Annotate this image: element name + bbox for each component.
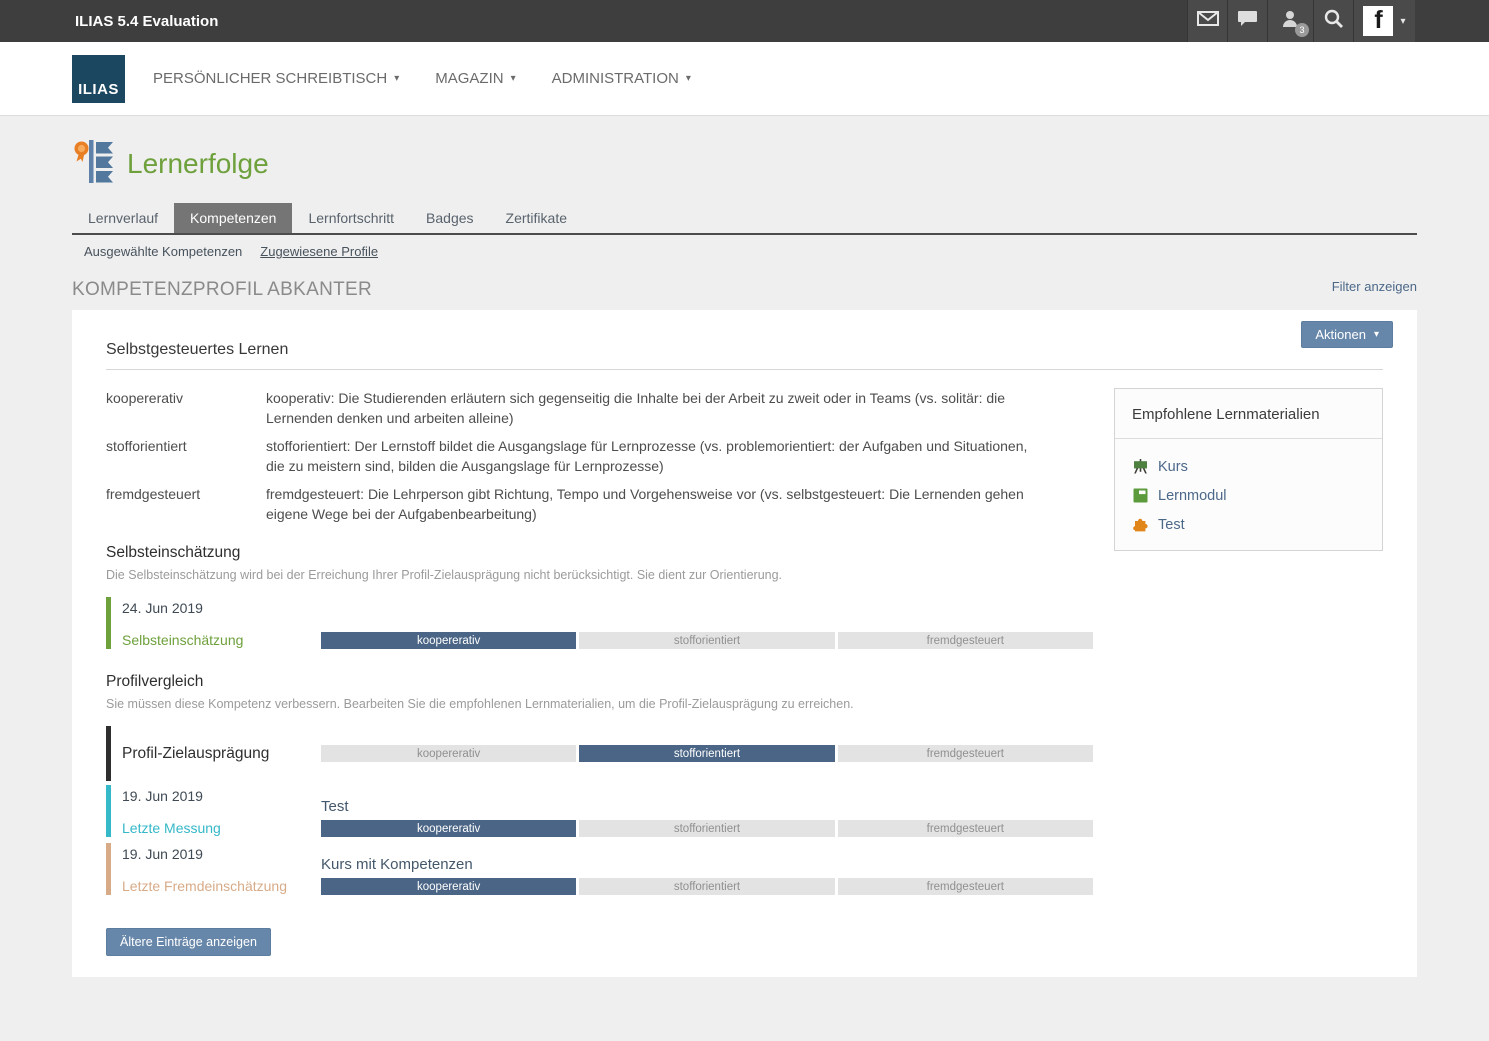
level-bar-stofforientiert: stofforientiert xyxy=(579,820,834,837)
chevron-down-icon: ▾ xyxy=(511,73,516,84)
profile-heading: KOMPETENZPROFIL ABKANTER xyxy=(72,279,372,301)
level-bar-fremdgesteuert: fremdgesteuert xyxy=(838,632,1093,649)
course-icon xyxy=(1132,458,1149,475)
level-description: stofforientiert: Der Lernstoff bildet di… xyxy=(266,436,1044,476)
level-description: fremdgesteuert: Die Lehrperson gibt Rich… xyxy=(266,484,1044,524)
level-term: koopererativ xyxy=(106,388,266,428)
chevron-down-icon: ▾ xyxy=(1400,16,1405,27)
definition-row: fremdgesteuert fremdgesteuert: Die Lehrp… xyxy=(106,484,1093,524)
level-bar-fremdgesteuert: fremdgesteuert xyxy=(838,745,1093,762)
level-definitions: koopererativ kooperativ: Die Studierende… xyxy=(106,388,1093,524)
entry-label: Letzte Fremdeinschätzung xyxy=(122,878,321,895)
mail-icon xyxy=(1197,11,1219,31)
level-bars: koopererativ stofforientiert fremdgesteu… xyxy=(321,632,1093,649)
subtab-zugewiesene-profile[interactable]: Zugewiesene Profile xyxy=(260,244,378,259)
target-level-entry: Profil-Zielausprägung koopererativ stoff… xyxy=(106,726,1093,781)
topbar: ILIAS 5.4 Evaluation 3 f ▾ xyxy=(0,0,1489,42)
last-measurement-entry: 19. Jun 2019 Letzte Messung Test koopere… xyxy=(106,785,1093,837)
definition-row: koopererativ kooperativ: Die Studierende… xyxy=(106,388,1093,428)
entry-source-title: Test xyxy=(321,798,1093,815)
last-external-assessment-entry: 19. Jun 2019 Letzte Fremdeinschätzung Ku… xyxy=(106,843,1093,895)
profile-comparison-note: Sie müssen diese Kompetenz verbessern. B… xyxy=(106,697,1093,711)
learning-module-icon xyxy=(1132,487,1149,504)
material-link-kurs[interactable]: Kurs xyxy=(1132,458,1365,475)
level-bar-koopererativ: koopererativ xyxy=(321,878,576,895)
entry-date: 19. Jun 2019 xyxy=(122,785,321,804)
definition-row: stofforientiert stofforientiert: Der Ler… xyxy=(106,436,1093,476)
page-header: Lernerfolge xyxy=(72,116,1417,190)
panel-body: koopererativ kooperativ: Die Studierende… xyxy=(106,370,1383,956)
online-count-badge: 3 xyxy=(1295,23,1309,37)
who-is-online-button[interactable]: 3 xyxy=(1267,0,1313,42)
material-link-lernmodul[interactable]: Lernmodul xyxy=(1132,487,1365,504)
chevron-down-icon: ▾ xyxy=(394,73,399,84)
filter-toggle-link[interactable]: Filter anzeigen xyxy=(1332,279,1417,294)
level-bar-stofforientiert: stofforientiert xyxy=(579,632,834,649)
level-bars: koopererativ stofforientiert fremdgesteu… xyxy=(321,820,1093,837)
tab-lernverlauf[interactable]: Lernverlauf xyxy=(72,203,174,233)
chat-button[interactable] xyxy=(1227,0,1267,42)
tab-kompetenzen[interactable]: Kompetenzen xyxy=(174,203,292,233)
menu-administration[interactable]: ADMINISTRATION ▾ xyxy=(552,70,691,87)
chat-icon xyxy=(1237,10,1258,32)
level-description: kooperativ: Die Studierenden erläutern s… xyxy=(266,388,1044,428)
app-title: ILIAS 5.4 Evaluation xyxy=(0,13,218,30)
main-navbar: ILIAS PERSÖNLICHER SCHREIBTISCH ▾ MAGAZI… xyxy=(0,42,1489,116)
older-entries-button[interactable]: Ältere Einträge anzeigen xyxy=(106,928,271,956)
entry-label: Selbsteinschätzung xyxy=(122,632,321,649)
entry-label: Letzte Messung xyxy=(122,820,321,837)
page-content: Lernerfolge Lernverlauf Kompetenzen Lern… xyxy=(0,116,1489,977)
test-icon xyxy=(1132,516,1149,533)
search-icon xyxy=(1324,9,1343,33)
subtab-bar: Ausgewählte Kompetenzen Zugewiesene Prof… xyxy=(72,235,1417,263)
tab-bar: Lernverlauf Kompetenzen Lernfortschritt … xyxy=(72,203,1417,235)
tab-lernfortschritt[interactable]: Lernfortschritt xyxy=(292,203,410,233)
materials-title: Empfohlene Lernmaterialien xyxy=(1115,389,1382,439)
mail-button[interactable] xyxy=(1187,0,1227,42)
level-bar-fremdgesteuert: fremdgesteuert xyxy=(838,878,1093,895)
recommended-materials-panel: Empfohlene Lernmaterialien xyxy=(1114,388,1383,551)
section-header-row: KOMPETENZPROFIL ABKANTER Filter anzeigen xyxy=(72,279,1417,301)
level-bar-fremdgesteuert: fremdgesteuert xyxy=(838,820,1093,837)
main-column: koopererativ kooperativ: Die Studierende… xyxy=(106,388,1093,956)
menu-personal-desktop[interactable]: PERSÖNLICHER SCHREIBTISCH ▾ xyxy=(153,70,399,87)
level-bar-stofforientiert: stofforientiert xyxy=(579,878,834,895)
competence-title: Selbstgesteuertes Lernen xyxy=(106,322,1383,370)
subtab-ausgewaehlte-kompetenzen[interactable]: Ausgewählte Kompetenzen xyxy=(84,244,242,259)
level-bars: koopererativ stofforientiert fremdgesteu… xyxy=(321,878,1093,895)
tab-badges[interactable]: Badges xyxy=(410,203,489,233)
tab-zertifikate[interactable]: Zertifikate xyxy=(490,203,583,233)
level-term: stofforientiert xyxy=(106,436,266,476)
entry-date: 19. Jun 2019 xyxy=(122,843,321,862)
chevron-down-icon: ▾ xyxy=(1374,329,1379,340)
search-button[interactable] xyxy=(1313,0,1353,42)
page-title: Lernerfolge xyxy=(127,148,269,180)
entry-date: 24. Jun 2019 xyxy=(122,597,321,616)
level-bars: koopererativ stofforientiert fremdgesteu… xyxy=(321,745,1093,762)
self-assessment-note: Die Selbsteinschätzung wird bei der Erre… xyxy=(106,568,1093,582)
actions-button[interactable]: Aktionen ▾ xyxy=(1301,321,1393,348)
material-link-test[interactable]: Test xyxy=(1132,516,1365,533)
entry-source-title: Kurs mit Kompetenzen xyxy=(321,856,1093,873)
self-assessment-heading: Selbsteinschätzung xyxy=(106,544,1093,562)
level-bar-koopererativ: koopererativ xyxy=(321,820,576,837)
level-bar-koopererativ: koopererativ xyxy=(321,632,576,649)
self-assessment-entry: 24. Jun 2019 Selbsteinschätzung kooperer… xyxy=(106,597,1093,649)
avatar: f xyxy=(1363,6,1393,36)
level-bar-stofforientiert: stofforientiert xyxy=(579,745,834,762)
chevron-down-icon: ▾ xyxy=(686,73,691,84)
competence-panel: Aktionen ▾ Selbstgesteuertes Lernen koop… xyxy=(72,310,1417,977)
main-menu: PERSÖNLICHER SCHREIBTISCH ▾ MAGAZIN ▾ AD… xyxy=(153,70,691,87)
ilias-logo[interactable]: ILIAS xyxy=(72,55,125,103)
target-label: Profil-Zielausprägung xyxy=(122,745,321,763)
topbar-actions: 3 f ▾ xyxy=(1187,0,1415,42)
menu-repository[interactable]: MAGAZIN ▾ xyxy=(435,70,515,87)
user-menu-button[interactable]: f ▾ xyxy=(1353,0,1415,42)
profile-comparison-heading: Profilvergleich xyxy=(106,673,1093,691)
level-bar-koopererativ: koopererativ xyxy=(321,745,576,762)
level-term: fremdgesteuert xyxy=(106,484,266,524)
achievements-icon xyxy=(72,138,118,190)
